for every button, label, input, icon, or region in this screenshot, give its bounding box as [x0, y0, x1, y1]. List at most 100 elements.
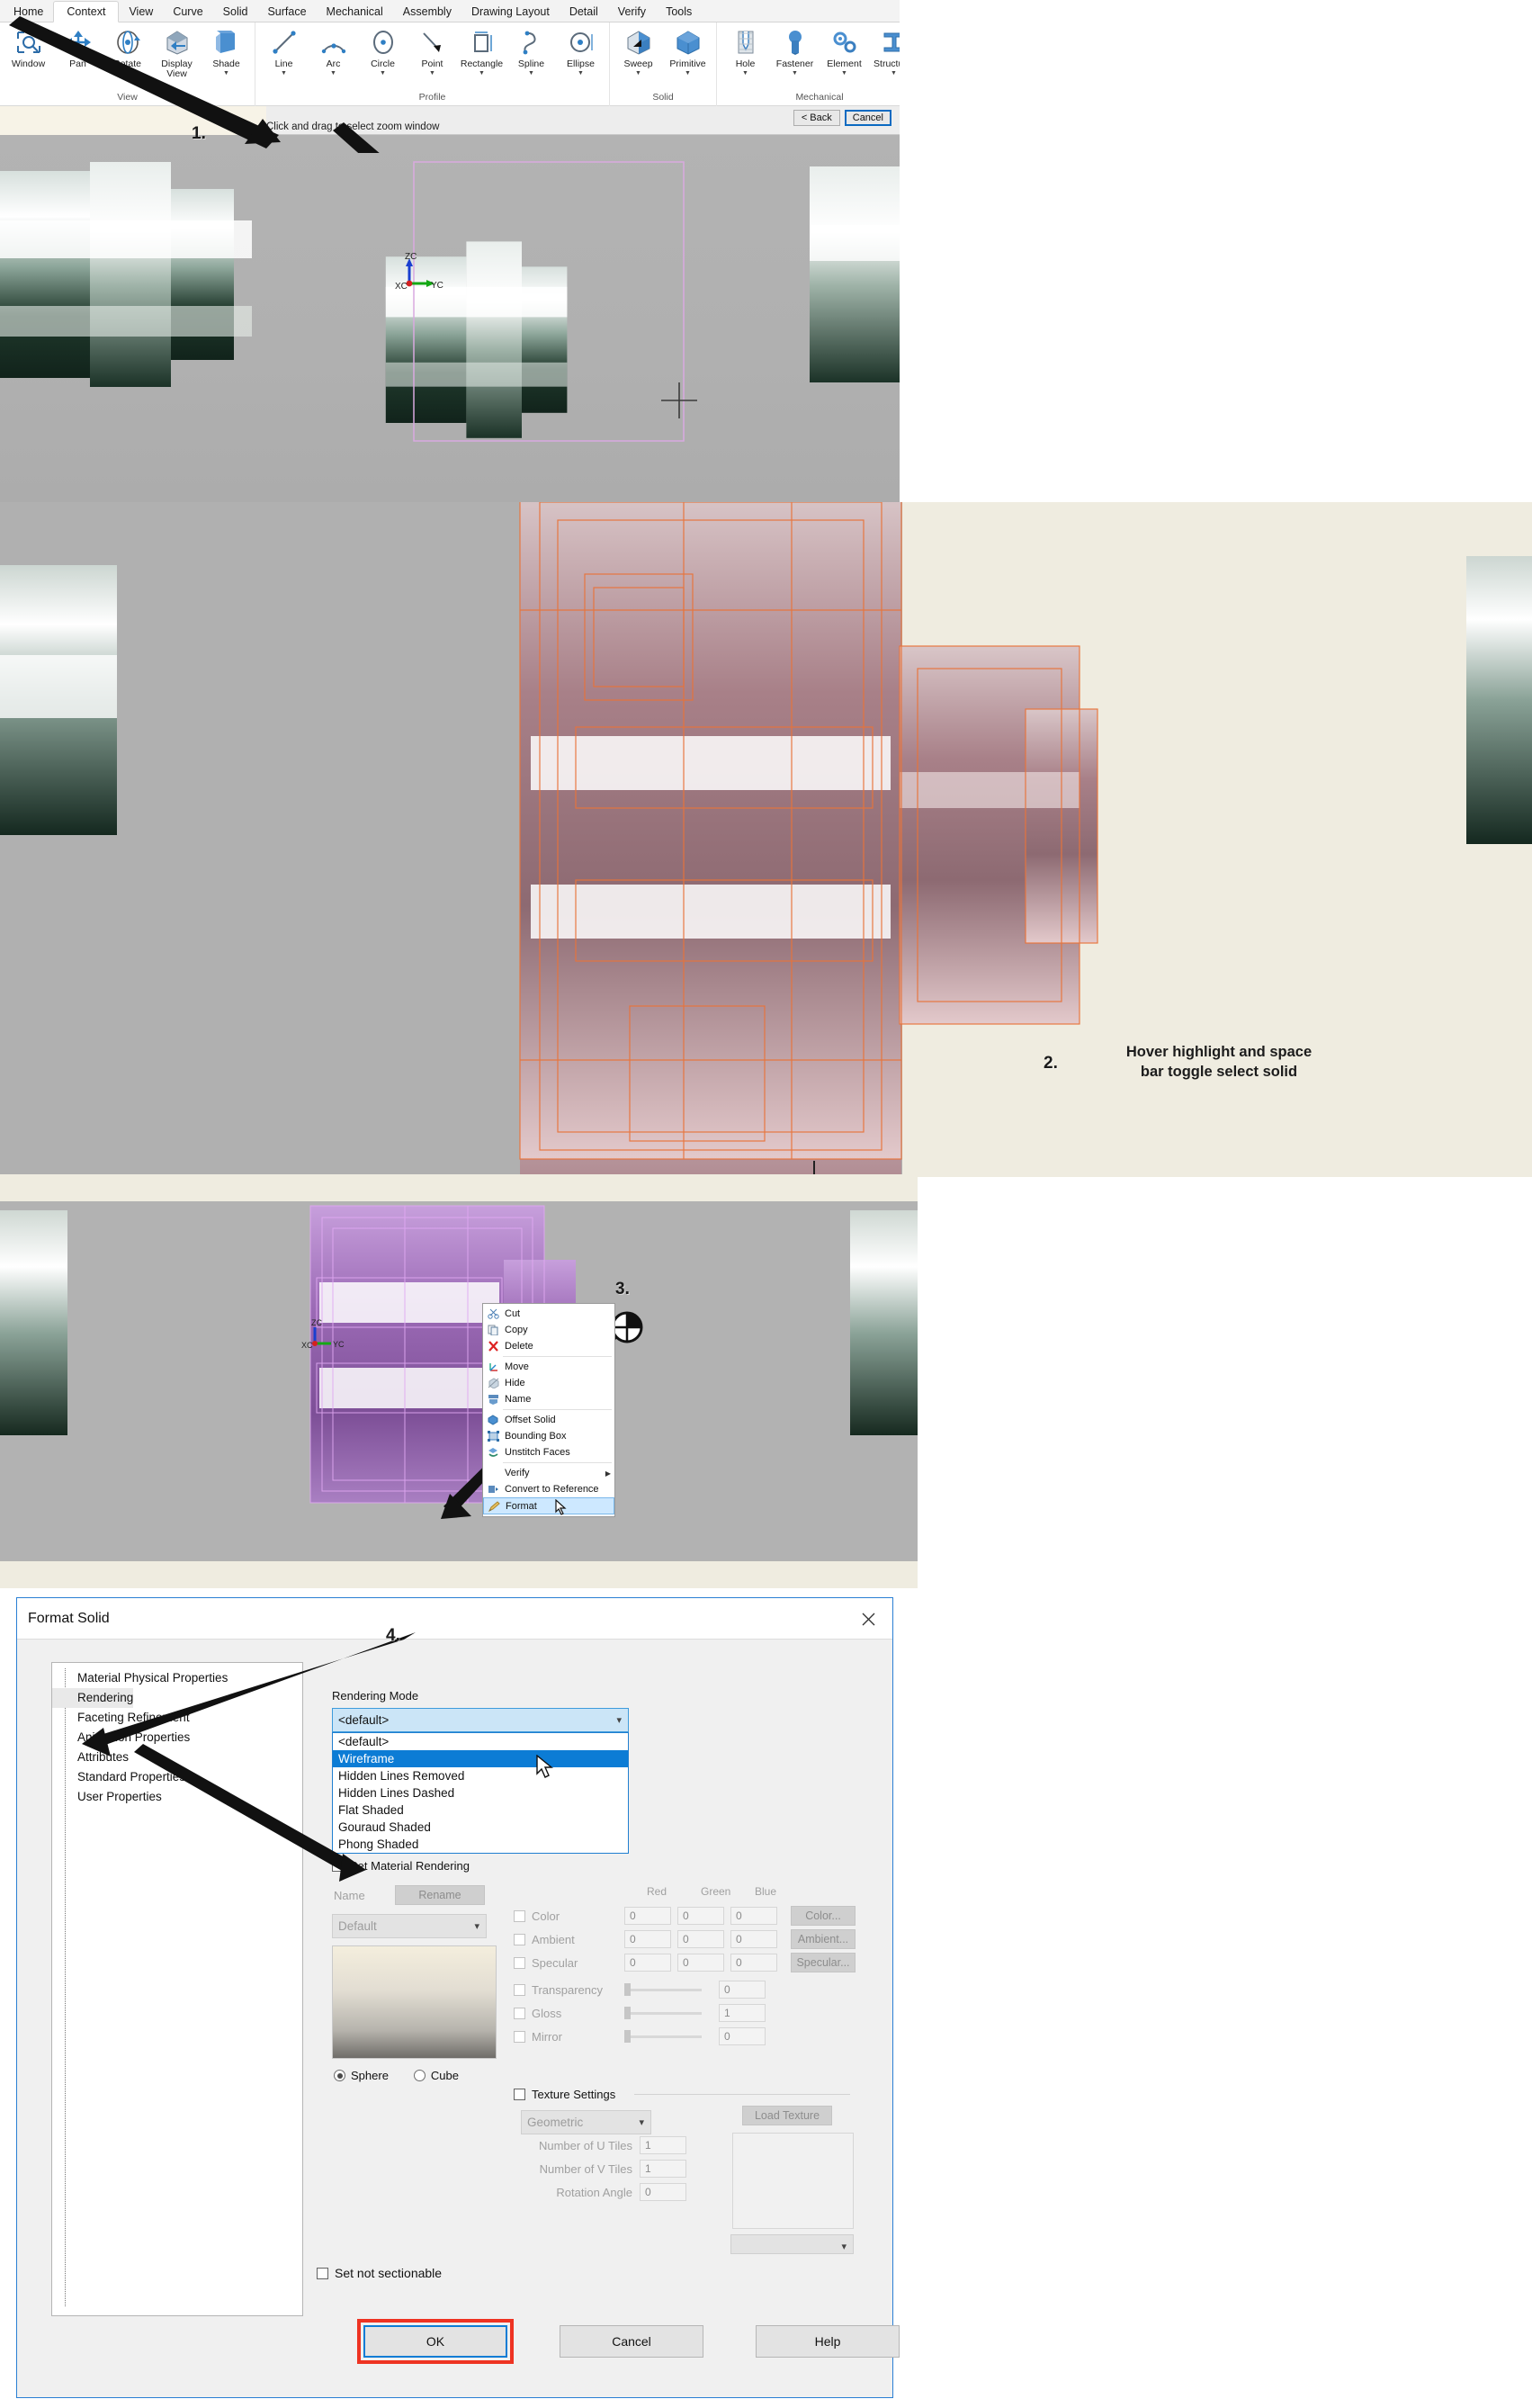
texture-settings-checkbox[interactable] [514, 2089, 525, 2100]
rendering-mode-option-flat-shaded[interactable]: Flat Shaded [333, 1802, 628, 1819]
cancel-button[interactable]: Cancel [844, 110, 891, 126]
set-material-rendering-row[interactable]: Set Material Rendering [332, 1859, 470, 1873]
set-not-sectionable-row[interactable]: Set not sectionable [317, 2266, 442, 2280]
rendering-mode-option-default[interactable]: <default> [333, 1733, 628, 1750]
rendering-mode-dropdown-list[interactable]: <default> Wireframe Hidden Lines Removed Hi… [332, 1732, 629, 1854]
texture-field-input[interactable]: 1 [640, 2160, 686, 2178]
viewport-wireframe-hover[interactable]: ZC YC XC Solid Level=1 Sectionable 2. Ho… [0, 502, 1532, 1177]
chevron-down-icon[interactable]: ▼ [429, 70, 435, 76]
ribbon-button-window[interactable]: Window [4, 24, 53, 69]
tree-item-animation-properties[interactable]: Animation Properties [52, 1728, 190, 1748]
ribbon-tab-curve[interactable]: Curve [163, 2, 212, 22]
transparency-slider[interactable] [624, 1983, 702, 1996]
transparency-checkbox[interactable] [514, 1983, 525, 1996]
texture-mode-select[interactable]: Geometric ▾ [521, 2110, 651, 2134]
set-not-sectionable-checkbox[interactable] [317, 2267, 328, 2279]
ribbon-tab-detail[interactable]: Detail [560, 2, 608, 22]
context-menu-item-verify[interactable]: Verify ▶ [483, 1465, 614, 1481]
context-menu-item-bounding-box[interactable]: Bounding Box [483, 1428, 614, 1444]
chevron-down-icon[interactable]: ▼ [792, 70, 798, 76]
specular-blue-input[interactable]: 0 [730, 1954, 777, 1972]
radio-sphere[interactable]: Sphere [334, 2069, 389, 2082]
color-picker-button[interactable]: Color... [791, 1906, 856, 1926]
ribbon-button-primitive[interactable]: Primitive ▼ [663, 24, 712, 76]
slider-thumb[interactable] [624, 1983, 631, 1996]
radio-cube[interactable]: Cube [413, 2069, 459, 2082]
cancel-button[interactable]: Cancel [560, 2325, 703, 2358]
ribbon-tab-verify[interactable]: Verify [608, 2, 656, 22]
chevron-down-icon[interactable]: ▼ [685, 70, 691, 76]
ambient-red-input[interactable]: 0 [624, 1930, 671, 1948]
back-button[interactable]: < Back [793, 110, 840, 126]
tree-item-attributes[interactable]: Attributes [52, 1748, 129, 1767]
specular-green-input[interactable]: 0 [677, 1954, 724, 1972]
chevron-down-icon[interactable]: ▼ [330, 70, 336, 76]
ambient-picker-button[interactable]: Ambient... [791, 1929, 856, 1949]
rendering-mode-option-wireframe[interactable]: Wireframe [333, 1750, 628, 1767]
rename-button[interactable]: Rename [395, 1885, 485, 1905]
ribbon-button-pan[interactable]: Pan [53, 24, 103, 69]
load-texture-button[interactable]: Load Texture [742, 2106, 832, 2125]
ribbon-button-display-view[interactable]: Display View [152, 24, 202, 79]
context-menu-item-hide[interactable]: Hide [483, 1375, 614, 1391]
rendering-mode-option-phong-shaded[interactable]: Phong Shaded [333, 1836, 628, 1853]
radio-button-icon[interactable] [334, 2070, 345, 2081]
rendering-mode-option-hidden-lines-removed[interactable]: Hidden Lines Removed [333, 1767, 628, 1784]
color-checkbox[interactable] [514, 1909, 525, 1922]
specular-checkbox[interactable] [514, 1956, 525, 1969]
slider-thumb[interactable] [624, 2007, 631, 2019]
context-menu-item-name[interactable]: Name [483, 1391, 614, 1407]
context-menu-item-copy[interactable]: Copy [483, 1322, 614, 1338]
context-menu[interactable]: Cut Copy Delete Move Hide Name Offset Solid Bou… [482, 1303, 615, 1517]
close-icon[interactable] [858, 1609, 878, 1629]
color-green-input[interactable]: 0 [677, 1907, 724, 1925]
context-menu-item-cut[interactable]: Cut [483, 1306, 614, 1322]
mirror-slider[interactable] [624, 2030, 702, 2043]
chevron-down-icon[interactable]: ▼ [223, 70, 229, 76]
ribbon-tab-surface[interactable]: Surface [257, 2, 316, 22]
set-material-rendering-checkbox[interactable] [332, 1860, 344, 1872]
ribbon-tab-drawing-layout[interactable]: Drawing Layout [461, 2, 560, 22]
ribbon-button-hole[interactable]: Hole ▼ [721, 24, 770, 76]
transparency-value-input[interactable]: 0 [719, 1981, 766, 1999]
chevron-down-icon[interactable]: ▼ [578, 70, 584, 76]
ribbon-button-ellipse[interactable]: Ellipse ▼ [556, 24, 605, 76]
ribbon-tab-solid[interactable]: Solid [213, 2, 258, 22]
gloss-slider[interactable] [624, 2007, 702, 2019]
ribbon-tab-mechanical[interactable]: Mechanical [317, 2, 393, 22]
radio-button-icon[interactable] [413, 2070, 426, 2081]
chevron-down-icon[interactable]: ▼ [528, 70, 534, 76]
specular-red-input[interactable]: 0 [624, 1954, 671, 1972]
ribbon-button-shade[interactable]: Shade ▼ [202, 24, 251, 76]
chevron-down-icon[interactable]: ▼ [891, 70, 897, 76]
context-menu-item-move[interactable]: Move [483, 1359, 614, 1375]
gloss-value-input[interactable]: 1 [719, 2004, 766, 2022]
ribbon-tab-view[interactable]: View [119, 2, 163, 22]
chevron-down-icon[interactable]: ▼ [281, 70, 287, 76]
tree-item-rendering[interactable]: Rendering [52, 1688, 134, 1708]
tree-item-material-physical-properties[interactable]: Material Physical Properties [52, 1668, 228, 1688]
context-menu-item-format[interactable]: Format [483, 1497, 614, 1514]
texture-field-input[interactable]: 0 [640, 2183, 686, 2201]
mirror-value-input[interactable]: 0 [719, 2027, 766, 2045]
ribbon-button-element[interactable]: Element ▼ [820, 24, 869, 76]
preview-shape-radios[interactable]: Sphere Cube [334, 2069, 459, 2082]
tree-item-faceting-refinement[interactable]: Faceting Refinement [52, 1708, 190, 1728]
ambient-blue-input[interactable]: 0 [730, 1930, 777, 1948]
mirror-checkbox[interactable] [514, 2030, 525, 2043]
ribbon-tab-context[interactable]: Context [53, 1, 120, 22]
tree-item-user-properties[interactable]: User Properties [52, 1787, 162, 1807]
ribbon-button-line[interactable]: Line ▼ [259, 24, 309, 76]
viewport-selected-solid[interactable]: ZC YC XC 3. Cut Copy Delete Move Hide Name Off… [0, 1174, 918, 1588]
material-select[interactable]: Default ▾ [332, 1914, 487, 1938]
chevron-down-icon[interactable]: ▼ [635, 70, 641, 76]
ribbon-button-circle[interactable]: Circle ▼ [358, 24, 408, 76]
context-menu-item-unstitch-faces[interactable]: Unstitch Faces [483, 1444, 614, 1460]
gloss-checkbox[interactable] [514, 2007, 525, 2019]
texture-settings-row[interactable]: Texture Settings [514, 2088, 615, 2101]
ribbon-button-rotate[interactable]: Rotate [103, 24, 152, 69]
ribbon-button-fastener[interactable]: Fastener ▼ [770, 24, 820, 76]
ribbon-button-rectangle[interactable]: Rectangle ▼ [457, 24, 506, 76]
viewport-shaded[interactable]: ZC YC XC [0, 135, 900, 504]
ribbon-tab-home[interactable]: Home [4, 2, 53, 22]
